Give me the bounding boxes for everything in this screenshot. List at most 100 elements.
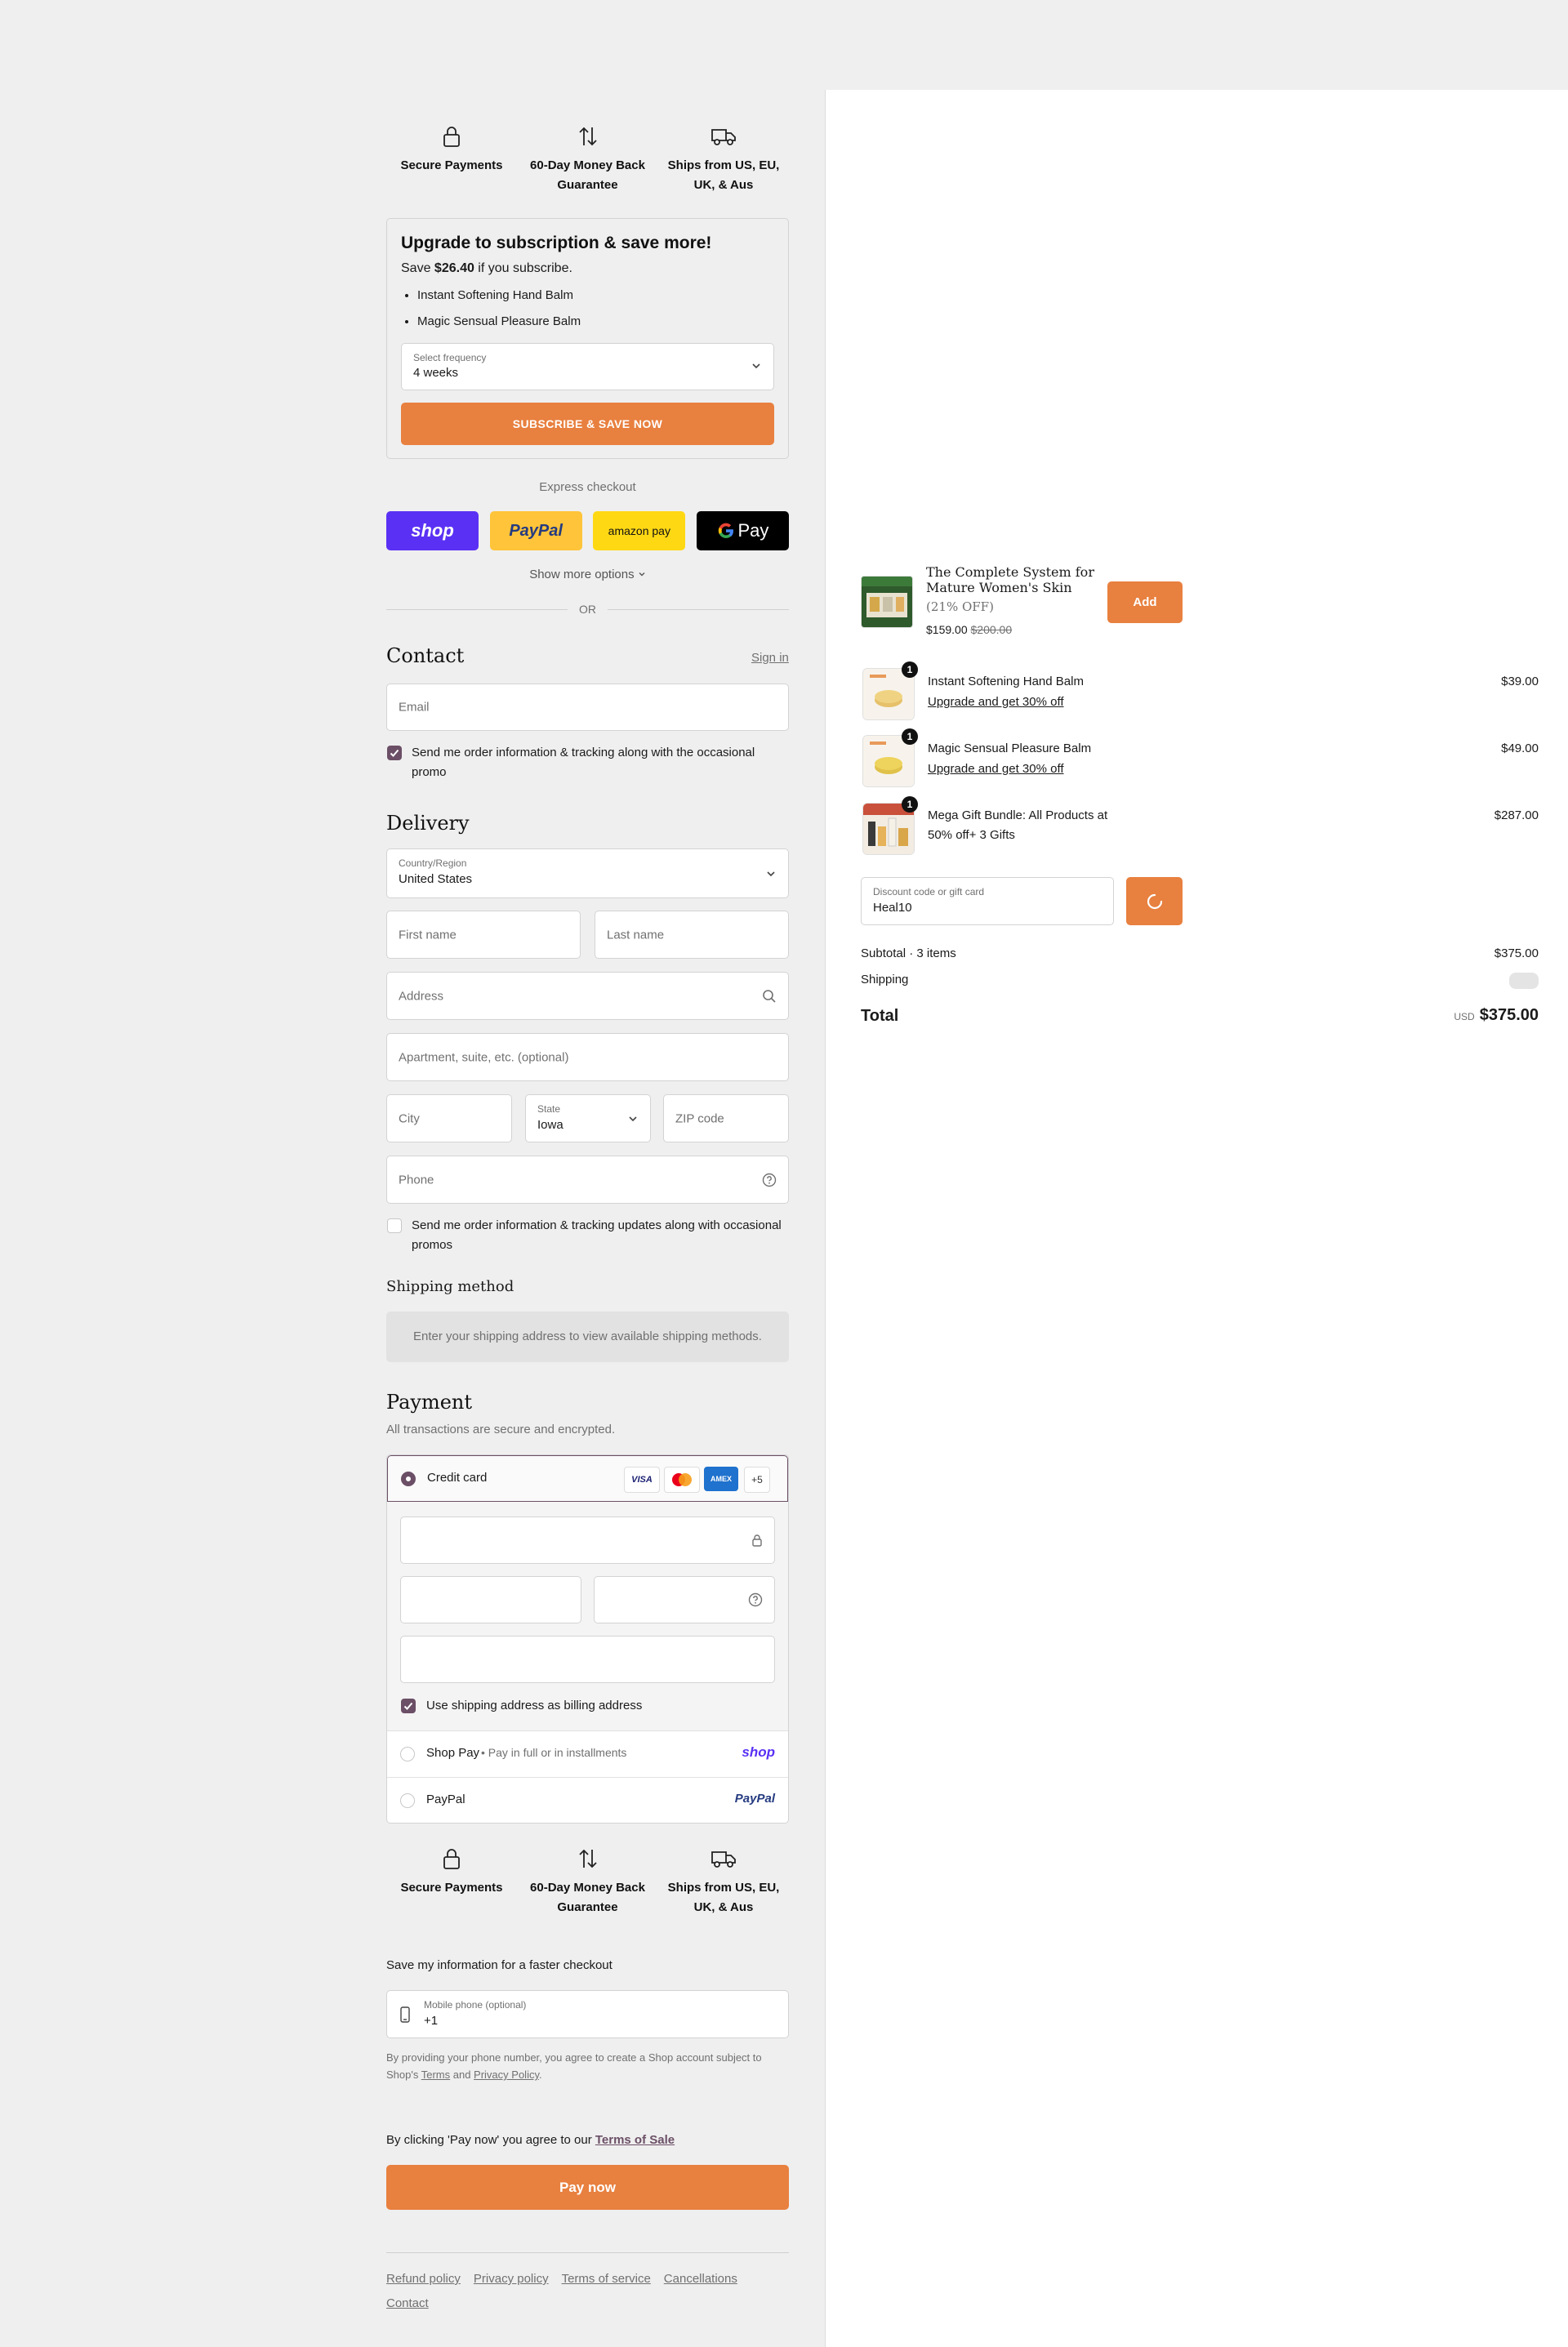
spinner-icon [1147, 893, 1162, 910]
frequency-label: Select frequency [413, 352, 487, 363]
promo-checkbox-label: Send me order information & tracking alo… [412, 746, 755, 779]
discount-code-field[interactable]: Discount code or gift card Heal10 [861, 877, 1114, 925]
shipping-note: Enter your shipping address to view avai… [386, 1312, 789, 1362]
sign-in-link[interactable]: Sign in [751, 651, 789, 665]
subscribe-button[interactable]: SUBSCRIBE & SAVE NOW [401, 403, 774, 445]
email-placeholder: Email [399, 700, 430, 715]
cart-item-price: $39.00 [1501, 675, 1539, 688]
help-icon[interactable] [748, 1592, 763, 1607]
google-pay-button[interactable]: Pay [696, 511, 789, 550]
shop-pay-option[interactable]: Shop Pay • Pay in full or in installment… [387, 1730, 788, 1778]
refund-policy-link[interactable]: Refund policy [386, 2272, 461, 2286]
shop-pay-radio[interactable] [400, 1747, 415, 1761]
apartment-field[interactable]: Apartment, suite, etc. (optional) [386, 1033, 789, 1081]
credit-card-label: Credit card [427, 1471, 488, 1485]
security-code-field[interactable] [594, 1576, 775, 1623]
zip-field[interactable]: ZIP code [663, 1094, 789, 1142]
city-field[interactable]: City [386, 1094, 512, 1142]
mobile-phone-field[interactable]: Mobile phone (optional) +1 [386, 1990, 789, 2038]
state-value: Iowa [537, 1118, 564, 1132]
save-amount: $26.40 [434, 261, 474, 275]
card-number-field[interactable] [400, 1516, 775, 1564]
promo-checkbox[interactable] [387, 746, 402, 760]
terms-link[interactable]: Terms [421, 2069, 450, 2081]
last-name-field[interactable]: Last name [595, 911, 789, 959]
cart-item-price: $287.00 [1494, 808, 1539, 822]
name-on-card-field[interactable] [400, 1636, 775, 1683]
product-image [861, 576, 913, 628]
shop-pay-note-text: Pay in full or in installments [488, 1746, 627, 1759]
show-more-options[interactable]: Show more options [386, 568, 789, 581]
trust-guarantee: 60-Day Money Back Guarantee [523, 1847, 653, 1917]
trust-label: 60-Day Money Back Guarantee [530, 1881, 645, 1914]
chevron-down-icon [767, 871, 775, 876]
sms-checkbox[interactable] [387, 1218, 402, 1233]
payment-title: Payment [386, 1391, 472, 1414]
terms-of-service-link[interactable]: Terms of service [562, 2272, 651, 2286]
address-placeholder: Address [399, 989, 444, 1003]
add-upsell-button[interactable]: Add [1107, 581, 1183, 623]
list-item: Instant Softening Hand Balm [417, 283, 581, 309]
check-icon [403, 1702, 413, 1710]
apply-discount-button[interactable] [1126, 877, 1183, 925]
trust-label: Ships from US, EU, UK, & Aus [667, 158, 780, 192]
trust-label: 60-Day Money Back Guarantee [530, 158, 645, 192]
save-suffix: if you subscribe. [474, 261, 572, 275]
quantity-badge: 1 [902, 728, 918, 745]
first-name-placeholder: First name [399, 928, 457, 942]
trust-guarantee: 60-Day Money Back Guarantee [523, 125, 653, 195]
upsell-save-text: Save $26.40 if you subscribe. [401, 261, 572, 276]
frequency-value: 4 weeks [413, 366, 459, 380]
more-cards-badge: +5 [744, 1467, 770, 1493]
first-name-field[interactable]: First name [386, 911, 581, 959]
paypal-option[interactable]: PayPal PayPal [387, 1777, 788, 1823]
credit-card-radio[interactable] [401, 1472, 416, 1486]
shop-pay-button[interactable]: shop [386, 511, 479, 550]
credit-card-option[interactable]: Credit card VISA AMEX +5 [387, 1455, 788, 1502]
save-info-title: Save my information for a faster checkou… [386, 1958, 612, 1972]
trust-badges-top: Secure Payments 60-Day Money Back Guaran… [386, 125, 789, 195]
country-label: Country/Region [399, 857, 467, 869]
apartment-placeholder: Apartment, suite, etc. (optional) [399, 1050, 569, 1064]
footer-divider [386, 2252, 789, 2253]
privacy-link[interactable]: Privacy Policy [474, 2069, 539, 2081]
help-icon[interactable] [762, 1173, 777, 1187]
disclaimer-and: and [450, 2069, 474, 2081]
agree-prefix: By clicking 'Pay now' you agree to our [386, 2133, 595, 2147]
paypal-radio[interactable] [400, 1793, 415, 1808]
address-field[interactable]: Address [386, 972, 789, 1020]
paypal-button[interactable]: PayPal [489, 511, 582, 550]
shipping-label: Shipping [861, 973, 909, 986]
trust-secure: Secure Payments [386, 125, 517, 195]
shop-logo: shop [411, 520, 454, 541]
sms-checkbox-label: Send me order information & tracking upd… [412, 1218, 782, 1252]
subscription-upsell: Upgrade to subscription & save more! Sav… [386, 218, 789, 459]
state-select[interactable]: State Iowa [525, 1094, 651, 1142]
billing-checkbox[interactable] [401, 1699, 416, 1713]
zip-placeholder: ZIP code [675, 1111, 724, 1125]
check-icon [390, 749, 399, 757]
country-select[interactable]: Country/Region United States [386, 848, 789, 898]
shop-pay-note: • Pay in full or in installments [481, 1746, 627, 1759]
cancellations-link[interactable]: Cancellations [664, 2272, 737, 2286]
amazon-pay-logo: amazon pay [608, 524, 670, 537]
pay-now-button[interactable]: Pay now [386, 2165, 789, 2210]
cart-item-upgrade-link[interactable]: Upgrade and get 30% off [928, 759, 1064, 779]
paypal-logo: PayPal [734, 1792, 775, 1806]
email-field[interactable]: Email [386, 684, 789, 731]
google-g-icon [718, 523, 733, 539]
privacy-policy-link[interactable]: Privacy policy [474, 2272, 549, 2286]
trust-shipping: Ships from US, EU, UK, & Aus [658, 125, 789, 195]
amazon-pay-button[interactable]: amazon pay [593, 511, 686, 550]
terms-of-sale-link[interactable]: Terms of Sale [595, 2133, 675, 2147]
contact-link[interactable]: Contact [386, 2296, 429, 2310]
mobile-phone-value: +1 [424, 2014, 439, 2028]
cart-item-upgrade-link[interactable]: Upgrade and get 30% off [928, 693, 1064, 712]
expiry-field[interactable] [400, 1576, 581, 1623]
last-name-placeholder: Last name [607, 928, 665, 942]
express-buttons: shop PayPal amazon pay Pay [386, 511, 789, 550]
frequency-select[interactable]: Select frequency 4 weeks [401, 343, 774, 390]
lock-icon [443, 127, 460, 147]
checkout-main: Secure Payments 60-Day Money Back Guaran… [0, 0, 825, 2347]
phone-field[interactable]: Phone [386, 1156, 789, 1204]
